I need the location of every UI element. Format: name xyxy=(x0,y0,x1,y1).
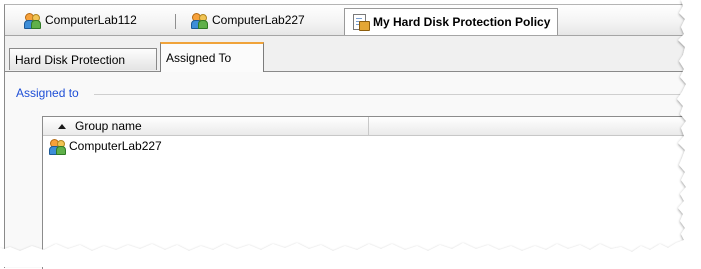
list-header: Group name xyxy=(43,117,701,136)
column-header-group-name[interactable]: Group name xyxy=(43,117,369,135)
column-header-empty xyxy=(369,117,701,135)
doc-tab-label: My Hard Disk Protection Policy xyxy=(373,15,551,29)
assigned-to-panel: Assigned to Group name ComputerLab227 xyxy=(5,72,701,269)
group-icon xyxy=(24,12,41,29)
property-tab-bar: Hard Disk Protection Assigned To xyxy=(5,41,701,72)
list-item[interactable]: ComputerLab227 xyxy=(49,137,162,155)
policy-icon xyxy=(352,14,370,31)
tab-label: Assigned To xyxy=(166,51,232,65)
doc-tab-computerlab112[interactable]: ComputerLab112 xyxy=(17,8,144,32)
tab-label: Hard Disk Protection xyxy=(15,52,126,67)
doc-tab-computerlab227[interactable]: ComputerLab227 xyxy=(184,8,312,32)
policy-window: ComputerLab112 ComputerLab227 My Hard Di… xyxy=(4,4,701,269)
doc-tab-label: ComputerLab112 xyxy=(45,13,137,27)
group-icon xyxy=(191,12,208,29)
sort-ascending-icon xyxy=(58,123,66,129)
column-header-label: Group name xyxy=(75,119,142,133)
document-tab-bar: ComputerLab112 ComputerLab227 My Hard Di… xyxy=(5,5,701,36)
assigned-groups-list[interactable]: Group name ComputerLab227 xyxy=(42,116,701,269)
doc-tab-label: ComputerLab227 xyxy=(212,13,305,27)
tab-hard-disk-protection[interactable]: Hard Disk Protection xyxy=(9,48,157,70)
group-icon xyxy=(49,138,66,155)
section-divider xyxy=(94,94,701,95)
tab-separator xyxy=(175,14,176,29)
doc-tab-hard-disk-policy[interactable]: My Hard Disk Protection Policy xyxy=(344,8,559,35)
list-item-label: ComputerLab227 xyxy=(69,139,162,153)
section-label: Assigned to xyxy=(16,86,79,100)
tab-assigned-to[interactable]: Assigned To xyxy=(160,42,264,72)
